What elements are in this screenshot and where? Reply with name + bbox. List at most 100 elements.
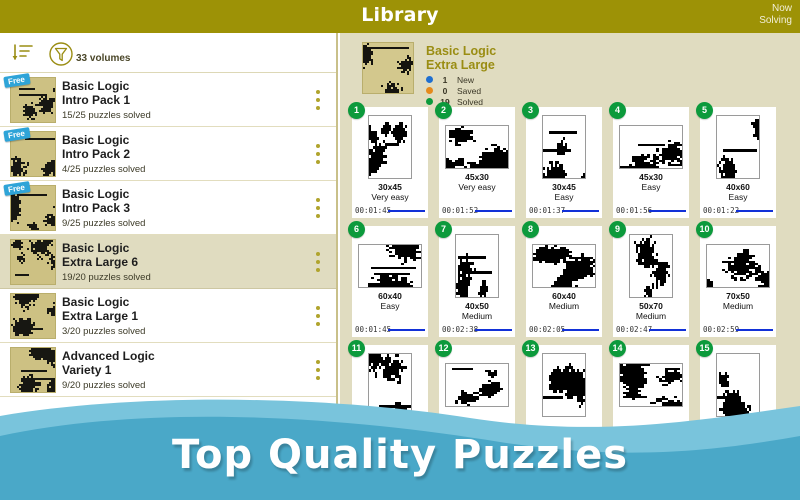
volume-title-line1: Basic Logic [62,187,130,201]
puzzle-card-footer: 00:01:45 [355,206,425,215]
puzzle-card-footer [355,444,425,453]
overflow-menu-icon[interactable] [316,198,320,218]
sort-descending-icon[interactable] [12,43,34,63]
overflow-menu-icon[interactable] [316,252,320,272]
puzzle-card[interactable]: 1 30x45 Very easy 00:01:45 [348,102,428,218]
puzzle-size-label: 60x40 [378,291,402,301]
puzzle-progress-bar [736,329,773,331]
page-title: Library [361,4,439,26]
puzzle-difficulty-label: Medium [722,301,754,311]
puzzle-size-label: 60x40 [552,291,576,301]
puzzle-size-label: 45x30 [465,172,489,182]
puzzle-number-badge: 5 [696,102,713,119]
puzzle-time-label: 00:01:56 [616,206,653,215]
puzzle-card[interactable]: 11 [348,340,428,456]
puzzle-thumbnail [368,115,412,179]
puzzle-card[interactable]: 12 [435,340,515,456]
top-bar: Library Now Solving [0,0,800,33]
puzzle-time-label: 00:02:05 [529,325,566,334]
volume-list-item[interactable]: Free Basic Logic Intro Pack 1 15/25 puzzles… [0,73,336,127]
volume-title-line1: Basic Logic [62,133,130,147]
puzzle-card-footer: 00:02:38 [442,325,512,334]
puzzle-difficulty-label: Medium [461,311,493,321]
volume-title-line1: Basic Logic [62,79,130,93]
puzzle-number-badge: 2 [435,102,452,119]
puzzle-number-badge: 8 [522,221,539,238]
puzzle-thumbnail [532,244,596,288]
puzzle-card-footer: 00:01:52 [442,206,512,215]
volume-list-item[interactable]: Basic Logic Extra Large 6 19/20 puzzles so… [0,235,336,289]
puzzle-progress-bar [475,329,512,331]
puzzle-thumbnail [619,125,683,169]
puzzle-time-label: 00:01:37 [529,206,566,215]
puzzle-card[interactable]: 8 60x40 Medium 00:02:05 [522,221,602,337]
volume-title-line2: Intro Pack 2 [62,147,131,161]
volume-list: Free Basic Logic Intro Pack 1 15/25 puzzles… [0,73,336,397]
volume-list-item[interactable]: Free Basic Logic Intro Pack 3 9/25 puzzles … [0,181,336,235]
volume-list-item[interactable]: Basic Logic Extra Large 1 3/20 puzzles sol… [0,289,336,343]
puzzle-progress-bar [736,210,773,212]
app-root: Library Now Solving 33 volumes Free Basi… [0,0,800,500]
overflow-menu-icon[interactable] [316,306,320,326]
puzzle-card[interactable]: 5 40x60 Easy 00:01:22 [696,102,776,218]
puzzle-number-badge: 14 [609,340,626,357]
puzzle-card[interactable]: 13 [522,340,602,456]
sidebar-toolbar: 33 volumes [0,33,336,73]
puzzle-card[interactable]: 3 30x45 Easy 00:01:37 [522,102,602,218]
puzzle-panel: Basic Logic Extra Large 1New0Saved19Solv… [340,33,800,500]
volume-stat-row: 0 Saved [426,85,483,96]
puzzle-card[interactable]: 2 45x30 Very easy 00:01:52 [435,102,515,218]
puzzle-card[interactable]: 10 70x50 Medium 00:02:59 [696,221,776,337]
puzzle-card-footer [442,444,512,453]
now-solving-button[interactable]: Now Solving [759,3,792,27]
volume-thumbnail [10,347,56,393]
puzzle-card[interactable]: 14 [609,340,689,456]
puzzle-size-label: 40x50 [465,301,489,311]
volume-progress-label: 15/25 puzzles solved [62,110,151,121]
puzzle-size-label: 40x60 [726,182,750,192]
puzzle-progress-bar [475,210,512,212]
volume-thumbnail [10,293,56,339]
overflow-menu-icon[interactable] [316,90,320,110]
puzzle-difficulty-label: Medium [635,311,667,321]
puzzle-number-badge: 12 [435,340,452,357]
puzzle-number-badge: 3 [522,102,539,119]
volume-title-line2: Intro Pack 1 [62,93,131,107]
overflow-menu-icon[interactable] [316,360,320,380]
volume-progress-label: 9/20 puzzles solved [62,380,146,391]
puzzle-thumbnail [358,244,422,288]
puzzle-number-badge: 6 [348,221,365,238]
puzzle-difficulty-label: Easy [380,301,400,311]
puzzle-size-label: 30x45 [378,182,402,192]
volume-list-item[interactable]: Free Basic Logic Intro Pack 2 4/25 puzzles … [0,127,336,181]
puzzle-card-footer [703,444,773,453]
puzzle-card[interactable]: 4 45x30 Easy 00:01:56 [609,102,689,218]
puzzle-thumbnail [455,234,499,298]
filter-funnel-icon[interactable] [48,41,74,67]
puzzle-thumbnail [619,363,683,407]
puzzle-thumbnail [445,125,509,169]
volume-title-line2: Intro Pack 3 [62,201,131,215]
volume-title-line1: Basic Logic [62,241,130,255]
puzzle-card[interactable]: 7 40x50 Medium 00:02:38 [435,221,515,337]
puzzle-progress-bar [562,329,599,331]
volume-progress-label: 9/25 puzzles solved [62,218,146,229]
puzzle-thumbnail [716,115,760,179]
puzzle-card-footer: 00:01:56 [616,206,686,215]
volume-progress-label: 4/25 puzzles solved [62,164,146,175]
puzzle-card-footer: 00:01:45 [355,325,425,334]
volume-title-line2: Extra Large 6 [62,255,139,269]
volume-list-item[interactable]: Advanced Logic Variety 1 9/20 puzzles solv… [0,343,336,397]
volume-title-line2: Variety 1 [62,363,112,377]
now-solving-line1: Now [771,3,792,14]
puzzle-time-label: 00:01:52 [442,206,479,215]
puzzle-thumbnail [629,234,673,298]
puzzle-card[interactable]: 6 60x40 Easy 00:01:45 [348,221,428,337]
puzzle-card[interactable]: 9 50x70 Medium 00:02:47 [609,221,689,337]
puzzle-number-badge: 13 [522,340,539,357]
overflow-menu-icon[interactable] [316,144,320,164]
puzzle-thumbnail [368,353,412,417]
puzzle-number-badge: 11 [348,340,365,357]
puzzle-card-footer: 00:02:05 [529,325,599,334]
puzzle-card[interactable]: 15 [696,340,776,456]
